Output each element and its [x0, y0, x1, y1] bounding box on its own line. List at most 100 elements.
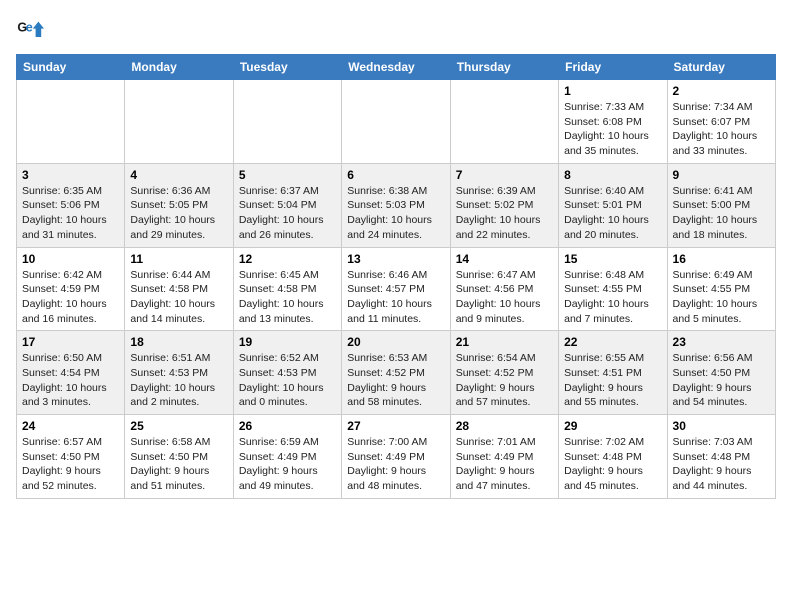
day-info: Sunrise: 6:55 AMSunset: 4:51 PMDaylight:… — [564, 351, 661, 410]
calendar-cell: 18 Sunrise: 6:51 AMSunset: 4:53 PMDayligh… — [125, 331, 233, 415]
calendar-cell: 6 Sunrise: 6:38 AMSunset: 5:03 PMDaylight… — [342, 163, 450, 247]
day-info: Sunrise: 6:53 AMSunset: 4:52 PMDaylight:… — [347, 351, 444, 410]
day-info: Sunrise: 7:33 AMSunset: 6:08 PMDaylight:… — [564, 100, 661, 159]
weekday-header: Friday — [559, 55, 667, 80]
day-info: Sunrise: 6:35 AMSunset: 5:06 PMDaylight:… — [22, 184, 119, 243]
day-number: 7 — [456, 168, 553, 182]
calendar-cell: 23 Sunrise: 6:56 AMSunset: 4:50 PMDayligh… — [667, 331, 775, 415]
day-number: 11 — [130, 252, 227, 266]
day-number: 1 — [564, 84, 661, 98]
calendar-week-row: 17 Sunrise: 6:50 AMSunset: 4:54 PMDayligh… — [17, 331, 776, 415]
calendar-cell: 22 Sunrise: 6:55 AMSunset: 4:51 PMDayligh… — [559, 331, 667, 415]
calendar-cell: 28 Sunrise: 7:01 AMSunset: 4:49 PMDayligh… — [450, 415, 558, 499]
day-number: 20 — [347, 335, 444, 349]
day-number: 10 — [22, 252, 119, 266]
day-info: Sunrise: 7:34 AMSunset: 6:07 PMDaylight:… — [673, 100, 770, 159]
day-info: Sunrise: 6:48 AMSunset: 4:55 PMDaylight:… — [564, 268, 661, 327]
calendar-cell: 20 Sunrise: 6:53 AMSunset: 4:52 PMDayligh… — [342, 331, 450, 415]
day-number: 21 — [456, 335, 553, 349]
calendar-cell — [17, 80, 125, 164]
calendar-cell: 29Sunrise: 7:02 AMSunset: 4:48 PMDayligh… — [559, 415, 667, 499]
day-info: Sunrise: 6:42 AMSunset: 4:59 PMDaylight:… — [22, 268, 119, 327]
calendar-week-row: 10 Sunrise: 6:42 AMSunset: 4:59 PMDayligh… — [17, 247, 776, 331]
day-info: Sunrise: 7:03 AMSunset: 4:48 PMDaylight:… — [673, 435, 770, 494]
weekday-header: Wednesday — [342, 55, 450, 80]
day-info: Sunrise: 6:51 AMSunset: 4:53 PMDaylight:… — [130, 351, 227, 410]
calendar-cell: 5Sunrise: 6:37 AMSunset: 5:04 PMDaylight… — [233, 163, 341, 247]
day-number: 8 — [564, 168, 661, 182]
day-info: Sunrise: 6:36 AMSunset: 5:05 PMDaylight:… — [130, 184, 227, 243]
calendar-cell — [342, 80, 450, 164]
day-number: 27 — [347, 419, 444, 433]
day-number: 18 — [130, 335, 227, 349]
calendar-week-row: 24 Sunrise: 6:57 AMSunset: 4:50 PMDayligh… — [17, 415, 776, 499]
calendar-cell: 8 Sunrise: 6:40 AMSunset: 5:01 PMDaylight… — [559, 163, 667, 247]
calendar-cell — [233, 80, 341, 164]
day-info: Sunrise: 6:57 AMSunset: 4:50 PMDaylight:… — [22, 435, 119, 494]
day-info: Sunrise: 6:47 AMSunset: 4:56 PMDaylight:… — [456, 268, 553, 327]
calendar-cell: 14Sunrise: 6:47 AMSunset: 4:56 PMDayligh… — [450, 247, 558, 331]
calendar-cell: 2 Sunrise: 7:34 AMSunset: 6:07 PMDaylight… — [667, 80, 775, 164]
day-info: Sunrise: 6:40 AMSunset: 5:01 PMDaylight:… — [564, 184, 661, 243]
calendar-cell: 16 Sunrise: 6:49 AMSunset: 4:55 PMDayligh… — [667, 247, 775, 331]
day-info: Sunrise: 7:01 AMSunset: 4:49 PMDaylight:… — [456, 435, 553, 494]
calendar-cell: 30 Sunrise: 7:03 AMSunset: 4:48 PMDayligh… — [667, 415, 775, 499]
day-number: 12 — [239, 252, 336, 266]
day-number: 16 — [673, 252, 770, 266]
day-number: 2 — [673, 84, 770, 98]
day-number: 24 — [22, 419, 119, 433]
logo: G e — [16, 16, 48, 44]
day-number: 6 — [347, 168, 444, 182]
calendar-cell: 24 Sunrise: 6:57 AMSunset: 4:50 PMDayligh… — [17, 415, 125, 499]
day-info: Sunrise: 6:52 AMSunset: 4:53 PMDaylight:… — [239, 351, 336, 410]
calendar-cell: 26Sunrise: 6:59 AMSunset: 4:49 PMDayligh… — [233, 415, 341, 499]
weekday-header: Thursday — [450, 55, 558, 80]
weekday-header: Monday — [125, 55, 233, 80]
day-info: Sunrise: 6:46 AMSunset: 4:57 PMDaylight:… — [347, 268, 444, 327]
day-number: 9 — [673, 168, 770, 182]
day-info: Sunrise: 6:44 AMSunset: 4:58 PMDaylight:… — [130, 268, 227, 327]
day-number: 28 — [456, 419, 553, 433]
header: G e — [16, 16, 776, 44]
calendar-cell: 25 Sunrise: 6:58 AMSunset: 4:50 PMDayligh… — [125, 415, 233, 499]
calendar-cell: 11 Sunrise: 6:44 AMSunset: 4:58 PMDayligh… — [125, 247, 233, 331]
day-info: Sunrise: 6:49 AMSunset: 4:55 PMDaylight:… — [673, 268, 770, 327]
calendar-cell: 7Sunrise: 6:39 AMSunset: 5:02 PMDaylight… — [450, 163, 558, 247]
calendar-cell: 15 Sunrise: 6:48 AMSunset: 4:55 PMDayligh… — [559, 247, 667, 331]
day-info: Sunrise: 6:50 AMSunset: 4:54 PMDaylight:… — [22, 351, 119, 410]
day-info: Sunrise: 6:41 AMSunset: 5:00 PMDaylight:… — [673, 184, 770, 243]
calendar-cell: 19Sunrise: 6:52 AMSunset: 4:53 PMDayligh… — [233, 331, 341, 415]
day-number: 17 — [22, 335, 119, 349]
day-info: Sunrise: 6:45 AMSunset: 4:58 PMDaylight:… — [239, 268, 336, 327]
day-number: 30 — [673, 419, 770, 433]
weekday-header: Sunday — [17, 55, 125, 80]
calendar-cell: 3 Sunrise: 6:35 AMSunset: 5:06 PMDaylight… — [17, 163, 125, 247]
day-info: Sunrise: 6:58 AMSunset: 4:50 PMDaylight:… — [130, 435, 227, 494]
day-info: Sunrise: 6:38 AMSunset: 5:03 PMDaylight:… — [347, 184, 444, 243]
logo-icon: G e — [16, 16, 44, 44]
day-number: 3 — [22, 168, 119, 182]
calendar-cell: 9 Sunrise: 6:41 AMSunset: 5:00 PMDaylight… — [667, 163, 775, 247]
day-info: Sunrise: 6:59 AMSunset: 4:49 PMDaylight:… — [239, 435, 336, 494]
calendar-cell: 27Sunrise: 7:00 AMSunset: 4:49 PMDayligh… — [342, 415, 450, 499]
day-number: 23 — [673, 335, 770, 349]
calendar-cell: 21 Sunrise: 6:54 AMSunset: 4:52 PMDayligh… — [450, 331, 558, 415]
calendar-cell: 1 Sunrise: 7:33 AMSunset: 6:08 PMDaylight… — [559, 80, 667, 164]
day-number: 13 — [347, 252, 444, 266]
calendar-cell: 13 Sunrise: 6:46 AMSunset: 4:57 PMDayligh… — [342, 247, 450, 331]
calendar-table: SundayMondayTuesdayWednesdayThursdayFrid… — [16, 54, 776, 499]
day-number: 22 — [564, 335, 661, 349]
day-info: Sunrise: 6:37 AMSunset: 5:04 PMDaylight:… — [239, 184, 336, 243]
day-number: 15 — [564, 252, 661, 266]
day-number: 25 — [130, 419, 227, 433]
calendar-week-row: 1 Sunrise: 7:33 AMSunset: 6:08 PMDaylight… — [17, 80, 776, 164]
day-info: Sunrise: 6:56 AMSunset: 4:50 PMDaylight:… — [673, 351, 770, 410]
day-info: Sunrise: 6:54 AMSunset: 4:52 PMDaylight:… — [456, 351, 553, 410]
day-info: Sunrise: 7:02 AMSunset: 4:48 PMDaylight:… — [564, 435, 661, 494]
calendar-cell: 17 Sunrise: 6:50 AMSunset: 4:54 PMDayligh… — [17, 331, 125, 415]
calendar-cell: 12 Sunrise: 6:45 AMSunset: 4:58 PMDayligh… — [233, 247, 341, 331]
header-row: SundayMondayTuesdayWednesdayThursdayFrid… — [17, 55, 776, 80]
day-number: 4 — [130, 168, 227, 182]
weekday-header: Saturday — [667, 55, 775, 80]
svg-text:e: e — [26, 20, 33, 34]
